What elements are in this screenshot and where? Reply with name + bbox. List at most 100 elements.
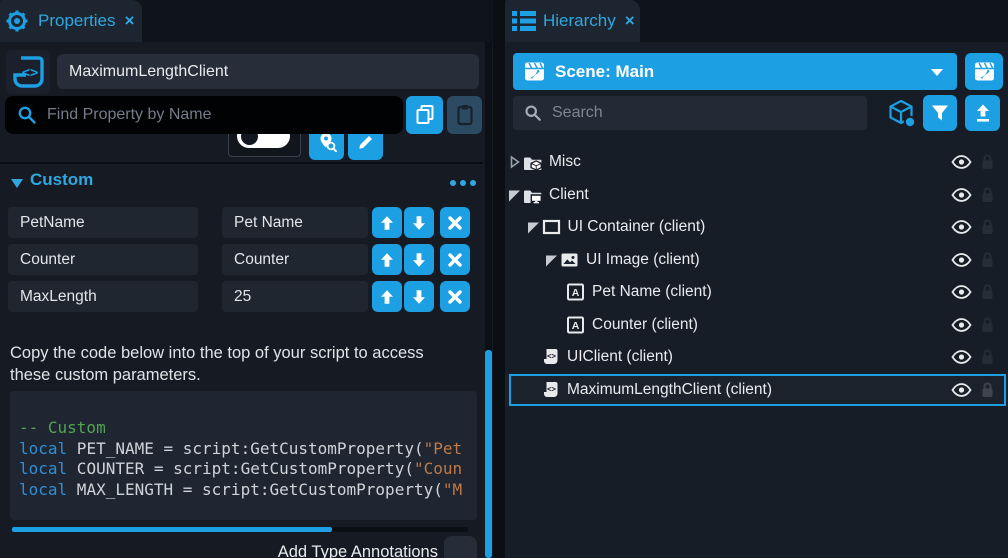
visibility-eye-icon[interactable]: [951, 155, 972, 170]
arrow-down-icon: [410, 214, 428, 232]
tree-row[interactable]: <> UIClient (client): [505, 341, 1008, 373]
clipboard-icon: [455, 103, 475, 127]
property-value-field[interactable]: [222, 244, 368, 275]
custom-property-row: [0, 281, 483, 312]
add-type-annotations-checkbox[interactable]: [444, 536, 477, 558]
arrow-up-icon: [378, 214, 396, 232]
paste-button[interactable]: [447, 96, 482, 134]
search-icon: [17, 105, 37, 125]
arrow-down-icon: [410, 251, 428, 269]
tree-row[interactable]: UI Image (client): [505, 244, 1008, 276]
hierarchy-search-input[interactable]: [550, 103, 867, 123]
lock-icon[interactable]: [980, 284, 995, 301]
code-horizontal-scrollbar: [12, 527, 468, 532]
properties-vertical-scrollbar-thumb[interactable]: [485, 350, 492, 558]
tab-properties-label: Properties: [38, 11, 115, 31]
lock-icon[interactable]: [980, 154, 995, 171]
collapse-arrow-icon[interactable]: [545, 253, 558, 266]
move-down-button[interactable]: [404, 207, 434, 238]
lock-icon[interactable]: [980, 381, 995, 398]
move-up-button[interactable]: [372, 281, 402, 312]
delete-property-button[interactable]: [440, 244, 470, 275]
lock-icon[interactable]: [980, 219, 995, 236]
property-name-field[interactable]: [8, 207, 198, 238]
tab-hierarchy[interactable]: Hierarchy ×: [505, 0, 640, 42]
hierarchy-panel: Hierarchy × Scene: Main: [505, 0, 1008, 558]
delete-property-button[interactable]: [440, 281, 470, 312]
tree-row[interactable]: Misc: [505, 146, 1008, 178]
scene-selector-dropdown[interactable]: Scene: Main: [513, 53, 957, 90]
scene-clapper-icon: [973, 60, 996, 83]
visibility-eye-icon[interactable]: [951, 252, 972, 267]
new-scene-button[interactable]: [965, 53, 1003, 90]
tab-properties[interactable]: Properties ×: [0, 0, 142, 42]
ui-text-icon: A: [566, 315, 585, 334]
tree-row[interactable]: A Counter (client): [505, 309, 1008, 341]
tree-row[interactable]: <> MaximumLengthClient (client): [505, 374, 1008, 406]
arrow-up-icon: [378, 251, 396, 269]
tree-row[interactable]: APet Name (client): [505, 276, 1008, 308]
code-horizontal-scrollbar-thumb[interactable]: [12, 527, 332, 532]
delete-property-button[interactable]: [440, 207, 470, 238]
collapse-triangle-icon[interactable]: [11, 179, 23, 188]
lock-icon[interactable]: [980, 349, 995, 366]
visibility-eye-icon[interactable]: [951, 382, 972, 397]
x-icon: [447, 215, 463, 231]
tree-item-label: MaximumLengthClient (client): [567, 381, 772, 399]
property-value-field[interactable]: [222, 207, 368, 238]
move-up-button[interactable]: [372, 207, 402, 238]
visibility-eye-icon[interactable]: [951, 317, 972, 332]
object-name-input[interactable]: [57, 54, 479, 89]
visibility-eye-icon[interactable]: [951, 187, 972, 202]
object-mode-cube-icon[interactable]: [886, 98, 918, 129]
close-icon[interactable]: ×: [625, 11, 635, 31]
close-icon[interactable]: ×: [124, 11, 134, 31]
script-icon: <>: [541, 380, 560, 399]
tree-item-label: Counter (client): [592, 316, 698, 334]
expand-arrow-icon[interactable]: [508, 156, 521, 169]
svg-text:<>: <>: [547, 384, 557, 393]
ui-image-icon: [560, 250, 579, 269]
property-search-input[interactable]: [45, 105, 403, 125]
section-menu-icon[interactable]: [450, 180, 476, 186]
chevron-down-icon: [930, 67, 944, 77]
visibility-eye-icon[interactable]: [951, 350, 972, 365]
add-type-annotations-label: Add Type Annotations: [200, 543, 438, 558]
scene-selector-label: Scene: Main: [555, 62, 654, 82]
editor-window: Properties × <>: [0, 0, 1008, 558]
move-down-button[interactable]: [404, 244, 434, 275]
properties-body: <>: [0, 42, 493, 558]
visibility-eye-icon[interactable]: [951, 285, 972, 300]
funnel-icon: [930, 103, 950, 123]
filter-button[interactable]: [923, 95, 957, 131]
move-down-button[interactable]: [404, 281, 434, 312]
hierarchy-list-icon: [512, 10, 536, 32]
ui-container-icon: [542, 218, 561, 237]
collapse-arrow-icon[interactable]: [508, 188, 521, 201]
lock-icon[interactable]: [980, 251, 995, 268]
property-name-field[interactable]: [8, 244, 198, 275]
pin-search-icon: [316, 131, 338, 153]
code-snippet: -- Custom local PET_NAME = script:GetCus…: [10, 391, 477, 500]
upload-icon: [973, 103, 993, 123]
properties-tabbar: Properties ×: [0, 0, 493, 42]
custom-help-text: Copy the code below into the top of your…: [10, 343, 462, 386]
tree-item-label: Misc: [549, 153, 581, 171]
lock-icon[interactable]: [980, 316, 995, 333]
move-up-button[interactable]: [372, 244, 402, 275]
lock-icon[interactable]: [980, 186, 995, 203]
tree-item-label: UIClient (client): [567, 348, 673, 366]
property-value-field[interactable]: [222, 281, 368, 312]
pencil-icon: [356, 132, 376, 152]
tree-row[interactable]: UI Container (client): [505, 211, 1008, 243]
tree-item-label: Client: [549, 186, 589, 204]
svg-text:<>: <>: [547, 352, 557, 361]
visibility-eye-icon[interactable]: [951, 220, 972, 235]
property-name-field[interactable]: [8, 281, 198, 312]
tree-row[interactable]: Client: [505, 179, 1008, 211]
collapse-arrow-icon[interactable]: [527, 221, 540, 234]
svg-text:A: A: [572, 287, 580, 299]
code-snippet-box: -- Custom local PET_NAME = script:GetCus…: [10, 391, 477, 520]
copy-button[interactable]: [406, 96, 443, 134]
publish-upload-button[interactable]: [965, 95, 1000, 131]
